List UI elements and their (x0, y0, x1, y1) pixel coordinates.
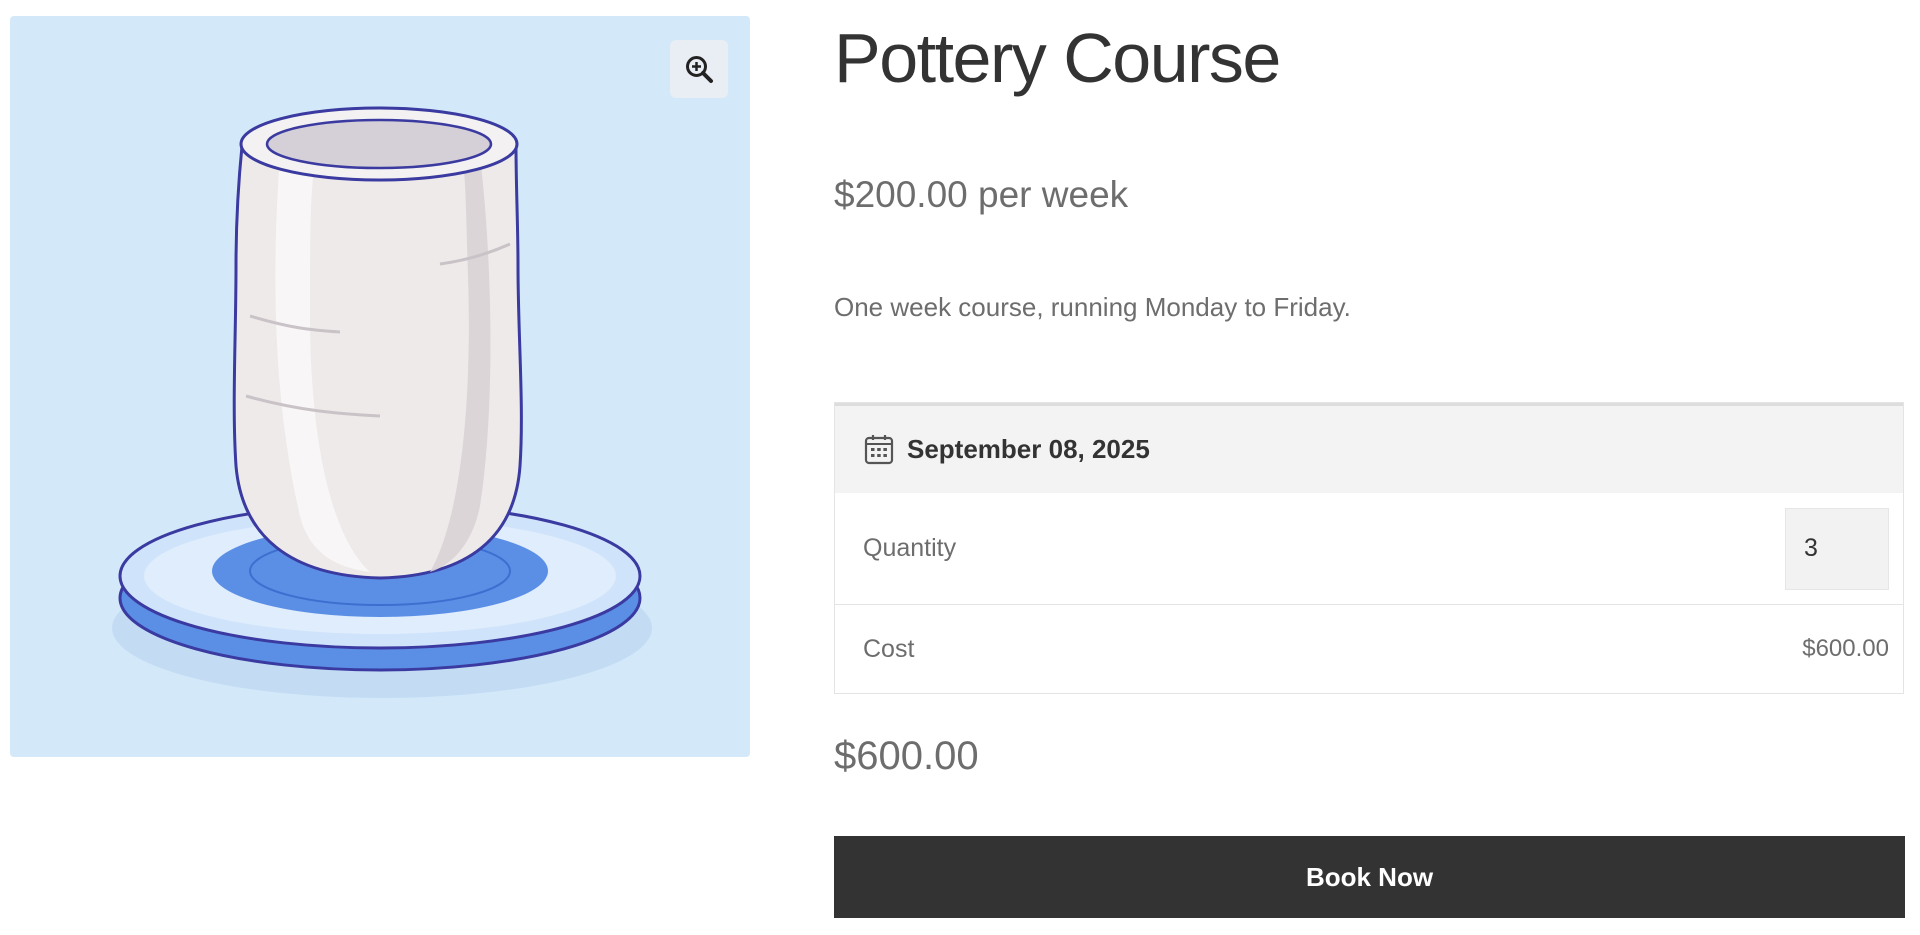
quantity-label: Quantity (863, 534, 957, 562)
booking-table: September 08, 2025 Quantity Cost $600.00 (834, 402, 1904, 694)
cost-row: Cost $600.00 (835, 605, 1903, 693)
booking-date-row[interactable]: September 08, 2025 (835, 403, 1903, 493)
product-page: Pottery Course $200.00 per week One week… (0, 0, 1920, 935)
quantity-row: Quantity (835, 493, 1903, 605)
calendar-icon (863, 434, 895, 466)
magnifier-plus-icon (686, 56, 713, 83)
product-image (112, 106, 652, 698)
product-price: $200.00 per week (834, 174, 1129, 215)
quantity-input[interactable] (1785, 507, 1889, 590)
booking-date: September 08, 2025 (907, 434, 1150, 464)
total-price: $600.00 (834, 734, 979, 778)
product-title: Pottery Course (834, 19, 1281, 97)
cost-label: Cost (863, 634, 915, 663)
book-now-button[interactable]: Book Now (834, 836, 1905, 918)
product-gallery[interactable] (10, 16, 750, 757)
zoom-button[interactable] (670, 40, 728, 98)
product-description: One week course, running Monday to Frida… (834, 292, 1351, 322)
cost-value: $600.00 (1802, 635, 1889, 662)
